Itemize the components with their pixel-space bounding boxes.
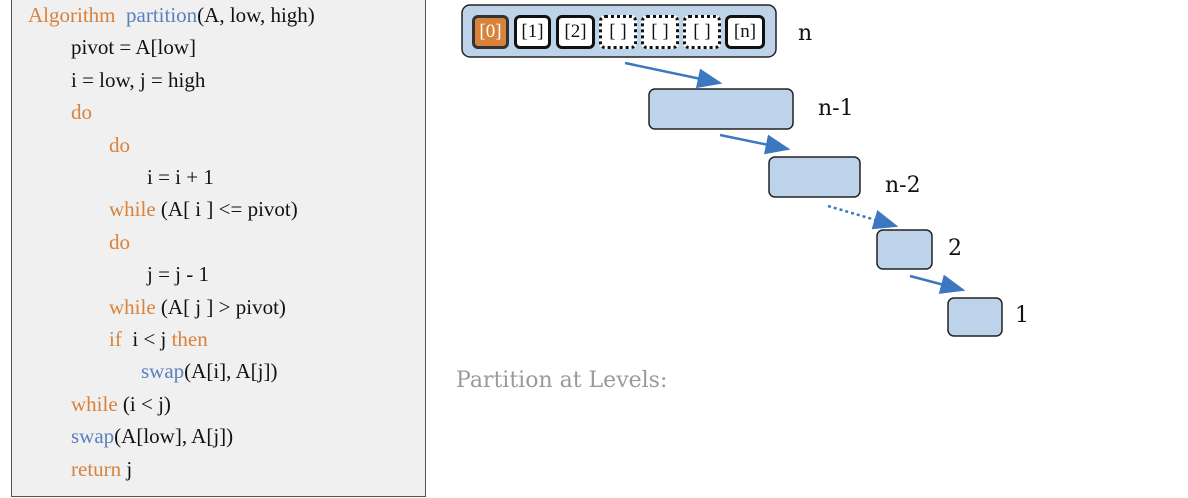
level-box-1	[947, 297, 1003, 337]
array-cell: [n]	[725, 15, 765, 49]
level-label-1: 1	[1015, 303, 1029, 328]
array-cell: [2]	[556, 15, 595, 49]
arrow-n-1-to-n-2	[719, 133, 791, 155]
diagram-caption: Partition at Levels:	[456, 368, 668, 393]
array-cell: [ ]	[599, 15, 637, 49]
level-box-n-2	[768, 156, 861, 198]
level-box-n-1	[648, 88, 794, 130]
arrow-n-2-to-2-dotted	[827, 204, 899, 230]
level-label-n-2: n-2	[885, 173, 921, 198]
array-cell: [0]	[472, 15, 509, 49]
array-cell: [ ]	[683, 15, 721, 49]
level-label-n-1: n-1	[818, 96, 854, 121]
arrow-n-to-n-1	[624, 61, 723, 89]
level-label-n: n	[798, 21, 813, 46]
array-cell: [1]	[514, 15, 551, 49]
array-cell: [ ]	[641, 15, 679, 49]
arrow-2-to-1	[909, 274, 966, 294]
level-label-2: 2	[948, 236, 962, 261]
partition-levels-diagram	[461, 4, 1003, 337]
level-box-2	[876, 229, 933, 270]
